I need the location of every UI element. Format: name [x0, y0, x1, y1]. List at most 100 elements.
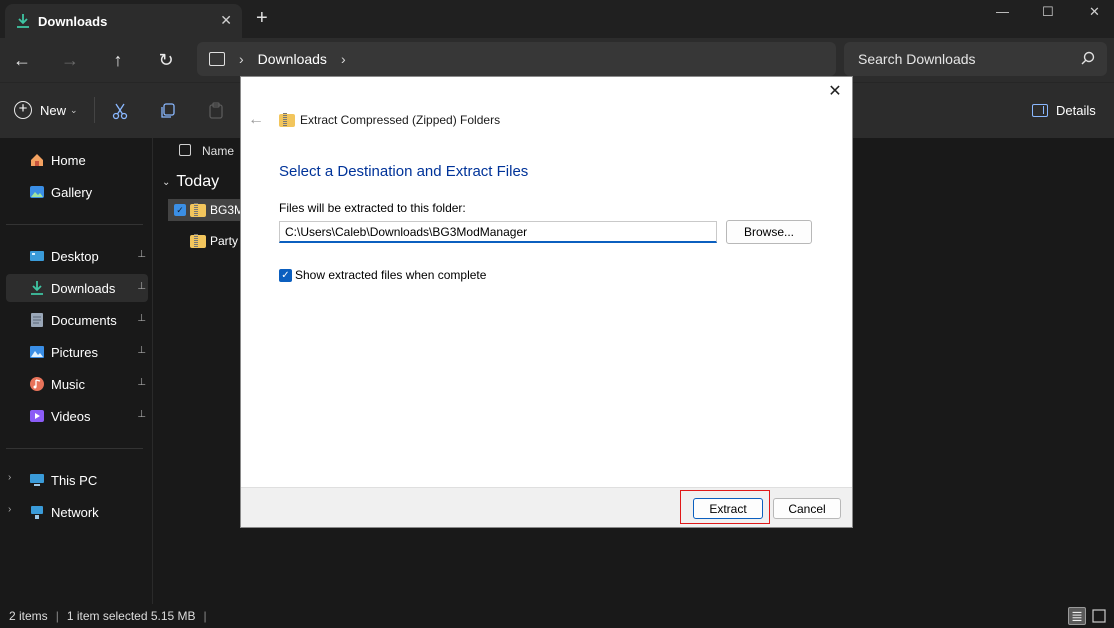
chevron-right-icon[interactable]: › — [8, 504, 11, 515]
sidebar-item-label: Pictures — [51, 344, 98, 360]
network-icon — [31, 506, 43, 519]
dialog-footer: Extract Cancel — [241, 487, 852, 527]
sidebar-item-label: Gallery — [51, 184, 93, 200]
navigation-pane: Home Gallery Desktop ⊥ Downloads ⊥ Docum… — [0, 138, 153, 604]
cut-icon[interactable] — [111, 102, 129, 120]
extract-dialog: ✕ ← Extract Compressed (Zipped) Folders … — [240, 76, 853, 528]
zip-folder-icon — [190, 233, 206, 248]
dialog-title-row: Extract Compressed (Zipped) Folders — [279, 112, 501, 127]
select-all-checkbox[interactable] — [179, 144, 191, 156]
sidebar-item-videos[interactable]: Videos ⊥ — [6, 402, 148, 430]
sidebar-item-label: Home — [51, 152, 86, 168]
refresh-button[interactable]: ↻ — [154, 48, 178, 72]
monitor-icon — [209, 52, 225, 66]
item-count: 2 items — [9, 609, 48, 623]
sidebar-item-label: Videos — [51, 408, 91, 424]
view-switcher — [1068, 607, 1108, 625]
breadcrumb-separator-icon[interactable]: › — [341, 51, 346, 67]
forward-button[interactable]: → — [58, 48, 82, 72]
search-box[interactable]: Search Downloads — [844, 42, 1107, 76]
table-row[interactable]: Party L — [168, 230, 248, 252]
dialog-heading: Select a Destination and Extract Files — [279, 163, 529, 180]
desktop-icon — [30, 251, 44, 261]
sidebar-divider — [6, 448, 143, 449]
paste-icon[interactable] — [207, 102, 225, 120]
dialog-back-button[interactable]: ← — [248, 111, 264, 129]
tab-close-icon[interactable]: ✕ — [220, 12, 232, 29]
dialog-title: Extract Compressed (Zipped) Folders — [300, 113, 501, 127]
show-files-checkbox[interactable]: ✓ — [279, 268, 292, 282]
destination-label: Files will be extracted to this folder: — [279, 201, 466, 215]
cancel-button[interactable]: Cancel — [773, 498, 841, 519]
show-files-label: Show extracted files when complete — [295, 268, 487, 282]
videos-icon — [30, 410, 44, 422]
new-button[interactable]: + New ⌄ — [14, 101, 78, 119]
pin-icon[interactable]: ⊥ — [137, 409, 146, 420]
status-divider: | — [203, 609, 207, 623]
address-bar[interactable]: › Downloads › — [197, 42, 836, 76]
gallery-icon — [30, 186, 44, 198]
browse-button[interactable]: Browse... — [726, 220, 812, 244]
details-button[interactable]: Details — [1032, 103, 1096, 118]
new-tab-button[interactable]: + — [256, 8, 268, 28]
sidebar-item-desktop[interactable]: Desktop ⊥ — [6, 242, 148, 270]
divider — [94, 97, 95, 123]
minimize-button[interactable]: — — [996, 4, 1009, 19]
destination-path-input[interactable] — [279, 221, 717, 243]
sidebar-item-gallery[interactable]: Gallery — [6, 178, 148, 206]
pin-icon[interactable]: ⊥ — [137, 313, 146, 324]
pin-icon[interactable]: ⊥ — [137, 249, 146, 260]
sidebar-item-music[interactable]: Music ⊥ — [6, 370, 148, 398]
sidebar-item-label: Documents — [51, 312, 117, 328]
pin-icon[interactable]: ⊥ — [137, 345, 146, 356]
column-header-name[interactable]: Name — [202, 144, 234, 158]
search-input[interactable]: Search Downloads — [858, 51, 976, 67]
status-bar: 2 items | 1 item selected 5.15 MB | — [0, 604, 1114, 628]
selection-info: 1 item selected 5.15 MB — [66, 609, 196, 623]
search-icon — [1081, 51, 1095, 65]
close-window-button[interactable]: ✕ — [1089, 4, 1100, 20]
sidebar-item-documents[interactable]: Documents ⊥ — [6, 306, 148, 334]
chevron-down-icon: ⌄ — [162, 176, 171, 188]
sidebar-item-label: Downloads — [51, 280, 116, 296]
extract-button[interactable]: Extract — [693, 498, 763, 519]
sidebar-item-network[interactable]: › Network — [6, 498, 148, 526]
new-button-label: New — [40, 102, 67, 118]
download-icon — [17, 14, 29, 28]
tab-title: Downloads — [38, 13, 108, 29]
zip-folder-icon — [190, 202, 206, 217]
status-divider: | — [55, 609, 59, 623]
sidebar-item-pictures[interactable]: Pictures ⊥ — [6, 338, 148, 366]
music-icon — [30, 377, 44, 391]
maximize-button[interactable]: ☐ — [1042, 4, 1054, 20]
pin-icon[interactable]: ⊥ — [137, 377, 146, 388]
file-name: BG3M — [210, 203, 245, 217]
copy-icon[interactable] — [159, 102, 177, 120]
sidebar-item-downloads[interactable]: Downloads ⊥ — [6, 274, 148, 302]
back-button[interactable]: ← — [10, 48, 34, 72]
chevron-right-icon[interactable]: › — [8, 472, 11, 483]
sidebar-item-label: Network — [51, 504, 99, 520]
pin-icon[interactable]: ⊥ — [137, 281, 146, 292]
group-header-today[interactable]: ⌄ Today — [162, 173, 219, 191]
row-checkbox[interactable]: ✓ — [174, 204, 186, 216]
dialog-close-button[interactable]: ✕ — [825, 83, 845, 103]
sidebar-item-home[interactable]: Home — [6, 146, 148, 174]
sidebar-divider — [6, 224, 143, 225]
breadcrumb-downloads[interactable]: Downloads — [258, 51, 327, 67]
details-view-icon[interactable] — [1068, 607, 1086, 625]
tiles-view-icon[interactable] — [1090, 607, 1108, 625]
details-button-label: Details — [1056, 103, 1096, 118]
tab-downloads[interactable]: Downloads ✕ — [5, 4, 242, 38]
up-button[interactable]: ↑ — [106, 48, 130, 72]
sidebar-item-label: Desktop — [51, 248, 99, 264]
sidebar-item-label: This PC — [51, 472, 98, 488]
pictures-icon — [30, 346, 44, 358]
sidebar-item-label: Music — [51, 376, 85, 392]
breadcrumb-separator-icon[interactable]: › — [239, 51, 244, 67]
this-pc-icon — [30, 474, 44, 486]
sidebar-item-this-pc[interactable]: › This PC — [6, 466, 148, 494]
table-row[interactable]: ✓ BG3M — [168, 199, 248, 221]
chevron-down-icon: ⌄ — [70, 104, 78, 115]
show-files-option[interactable]: ✓ Show extracted files when complete — [279, 268, 486, 282]
